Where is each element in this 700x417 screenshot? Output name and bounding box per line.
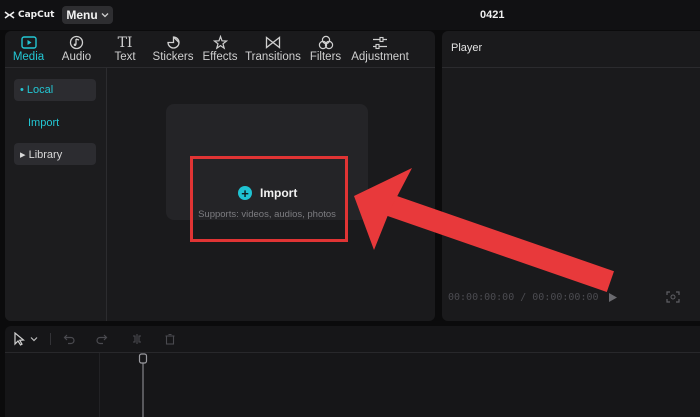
divider <box>442 67 700 68</box>
tab-filters[interactable]: Filters <box>303 31 348 64</box>
tool-tabs: Media Audio TI Text Stickers Effects Tra… <box>5 31 435 67</box>
divider <box>5 352 700 353</box>
sidebar-item-local[interactable]: • Local <box>14 79 96 101</box>
media-icon <box>20 34 37 51</box>
tab-audio-label: Audio <box>61 51 92 63</box>
tab-stickers-label: Stickers <box>152 51 194 63</box>
tab-adjustment[interactable]: Adjustment <box>348 31 412 64</box>
undo-icon[interactable] <box>61 331 77 347</box>
project-title: 0421 <box>480 9 505 21</box>
media-sidebar: • Local Import ▸ Library <box>5 68 107 321</box>
track-headers <box>5 353 100 417</box>
sidebar-item-label: ▸ Library <box>20 148 63 161</box>
menu-button[interactable]: Menu <box>62 6 113 24</box>
tab-effects[interactable]: Effects <box>197 31 243 64</box>
chevron-down-icon[interactable] <box>29 331 39 347</box>
highlight-box <box>190 156 348 242</box>
timeline-toolbar <box>5 326 700 352</box>
tab-media[interactable]: Media <box>5 31 52 64</box>
playhead[interactable] <box>138 353 148 417</box>
tab-text-label: Text <box>114 51 136 63</box>
adjustment-icon <box>372 34 388 51</box>
tab-adjustment-label: Adjustment <box>351 51 409 63</box>
player-title: Player <box>451 42 483 54</box>
redo-icon[interactable] <box>94 331 110 347</box>
timeline-panel <box>5 326 700 417</box>
sidebar-item-label: Import <box>28 117 60 129</box>
sidebar-item-label: • Local <box>20 84 54 96</box>
app-logo: CapCut <box>4 8 54 22</box>
tab-transitions[interactable]: Transitions <box>243 31 303 64</box>
tab-effects-label: Effects <box>202 51 238 63</box>
split-icon[interactable] <box>129 331 145 347</box>
tab-stickers[interactable]: Stickers <box>149 31 197 64</box>
transitions-icon <box>265 34 281 51</box>
chevron-down-icon <box>101 13 109 18</box>
tab-media-label: Media <box>12 51 45 63</box>
delete-icon[interactable] <box>162 331 178 347</box>
capcut-logo-icon <box>4 11 15 19</box>
sidebar-item-library[interactable]: ▸ Library <box>14 143 96 165</box>
tab-filters-label: Filters <box>309 51 342 63</box>
audio-icon <box>69 34 84 51</box>
annotation-arrow <box>354 168 614 292</box>
effects-icon <box>212 34 228 51</box>
tab-text[interactable]: TI Text <box>101 31 149 64</box>
text-icon: TI <box>117 34 133 51</box>
stickers-icon <box>166 34 181 51</box>
select-cursor-icon[interactable] <box>11 331 27 347</box>
filters-icon <box>318 34 334 51</box>
sidebar-item-import[interactable]: Import <box>14 112 96 134</box>
tab-audio[interactable]: Audio <box>52 31 101 64</box>
menu-button-label: Menu <box>66 8 98 22</box>
divider <box>50 333 51 345</box>
tab-transitions-label: Transitions <box>245 51 301 63</box>
brand-name: CapCut <box>18 10 55 20</box>
